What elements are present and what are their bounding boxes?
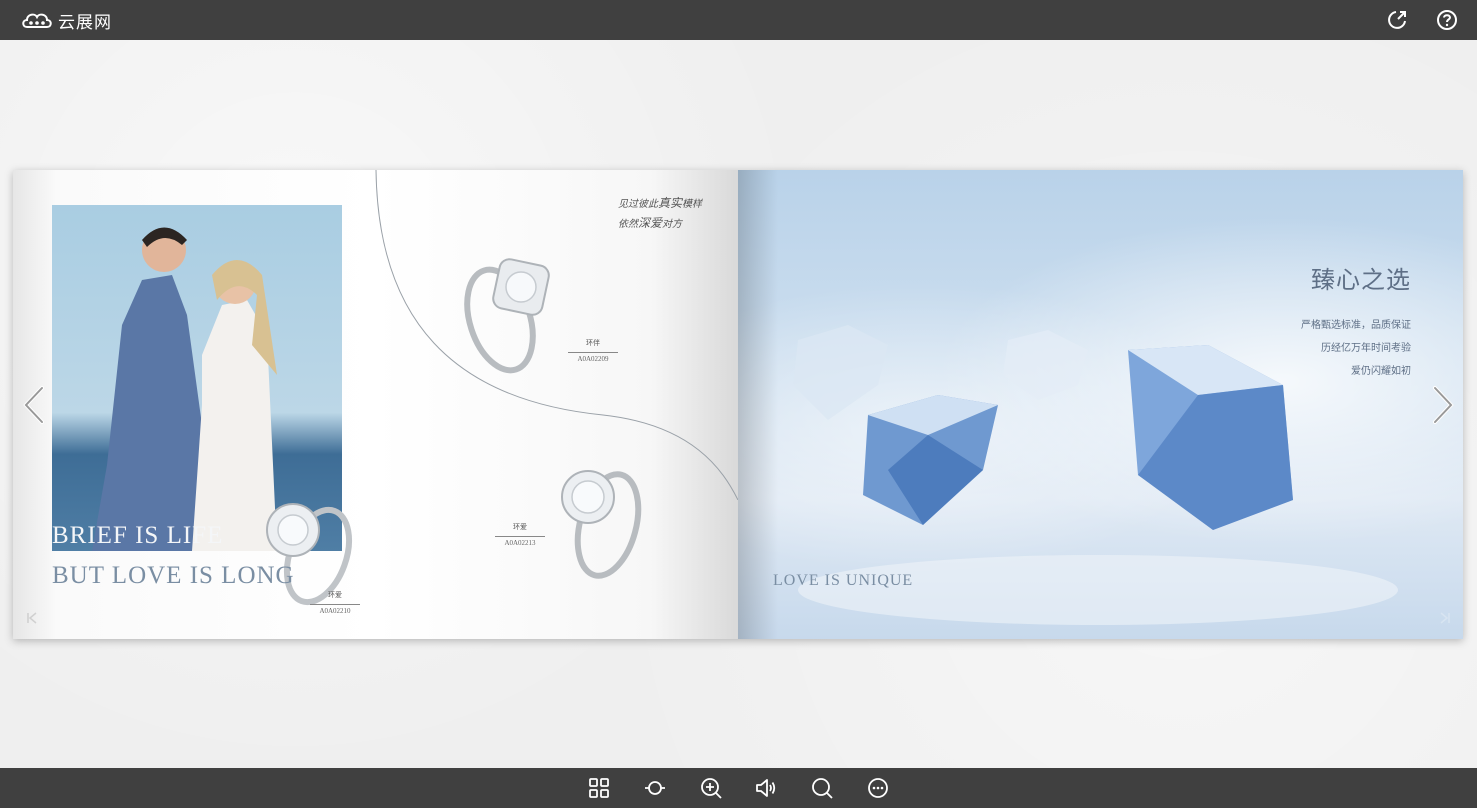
share-button[interactable] [1386,9,1408,31]
right-tagline: LOVE IS UNIQUE [773,572,914,589]
right-page[interactable]: 臻心之选 严格甄选标准，品质保证 历经亿万年时间考验 爱仍闪耀如初 LOVE I… [738,170,1463,639]
first-page-icon[interactable] [25,611,39,625]
autoplay-icon [645,781,665,795]
cloud-logo-icon [22,13,52,28]
right-heading: 臻心之选 [1311,268,1411,294]
ring-image [561,470,642,579]
search-button[interactable] [810,776,834,800]
logo[interactable]: 云展网 [20,9,112,32]
title-line-2: BUT LOVE IS LONG [52,562,295,589]
ring-caption-1: 环伴 A0A02209 [568,338,618,363]
help-circle-icon [1437,10,1457,30]
ring-caption-2: 环爱 A0A02213 [495,522,545,547]
right-line-1: 严格甄选标准，品质保证 [1301,320,1411,331]
title-line-1: BRIEF IS LIFE [52,522,224,549]
flipbook[interactable]: 见过彼此真实模样 依然深爱对方 环伴 A0A02209 环爱 A0A02213 [13,170,1463,639]
viewer-stage: 见过彼此真实模样 依然深爱对方 环伴 A0A02209 环爱 A0A02213 [0,40,1477,768]
right-line-3: 爱仍闪耀如初 [1351,366,1411,377]
prev-page-arrow-icon[interactable] [20,385,48,425]
zoom-in-button[interactable] [699,776,723,800]
right-line-2: 历经亿万年时间考验 [1321,343,1411,354]
help-button[interactable] [1436,9,1458,31]
share-external-icon [1388,11,1406,29]
more-icon [868,778,888,798]
search-icon [812,778,833,799]
zoom-in-icon [701,778,722,799]
poem-text: 见过彼此真实模样 依然深爱对方 [618,196,703,230]
next-page-arrow-icon[interactable] [1429,385,1457,425]
top-bar: 云展网 [0,0,1477,40]
diamonds-image [793,325,1398,625]
thumbnails-button[interactable] [587,776,611,800]
ring-caption-3: 环爱 A0A02210 [310,590,360,615]
thumbnails-icon [589,778,609,798]
sound-button[interactable] [754,776,778,800]
autoplay-button[interactable] [643,776,667,800]
left-page[interactable]: 见过彼此真实模样 依然深爱对方 环伴 A0A02209 环爱 A0A02213 [13,170,738,639]
more-button[interactable] [866,776,890,800]
ring-image [464,258,550,374]
sound-icon [756,779,776,797]
last-page-icon[interactable] [1438,611,1452,625]
bottom-toolbar [0,768,1477,808]
logo-text: 云展网 [58,12,112,32]
